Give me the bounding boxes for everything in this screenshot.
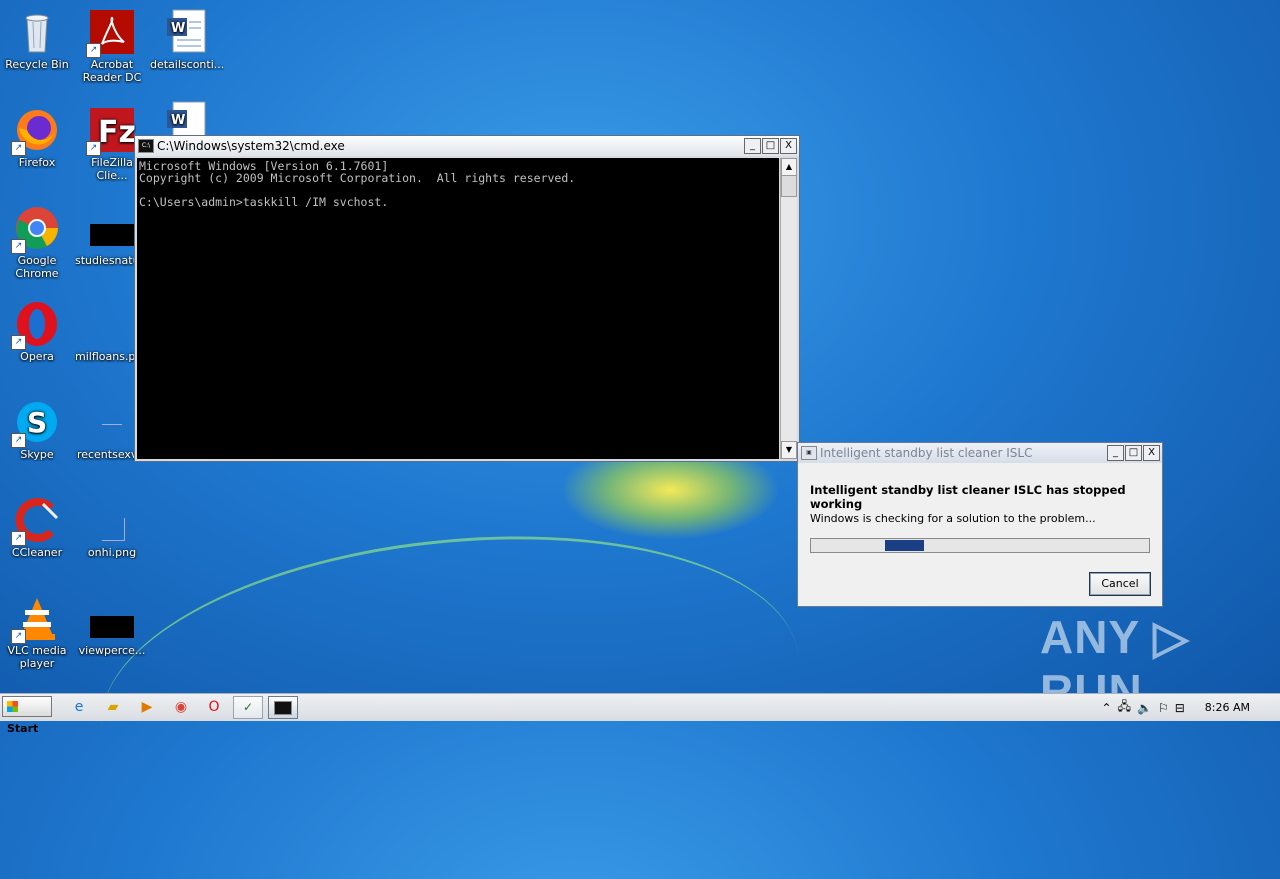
acrobat-icon: ↗ — [86, 8, 136, 58]
volume-icon[interactable]: 🔈 — [1137, 701, 1152, 715]
console-line: C:\Users\admin>taskkill /IM svchost. — [139, 195, 389, 209]
desktop-icon-firefox[interactable]: ↗ Firefox — [0, 106, 74, 169]
start-label: Start — [7, 722, 39, 735]
desktop-icon-skype[interactable]: S ↗ Skype — [0, 398, 74, 461]
desktop-icon-label: Google Chrome — [15, 254, 59, 280]
desktop-icon-label: CCleaner — [11, 546, 63, 559]
cmd-window[interactable]: C:\ C:\Windows\system32\cmd.exe _ □ X Mi… — [134, 135, 800, 462]
cmd-window-controls: _ □ X — [744, 138, 797, 154]
scroll-up-icon[interactable]: ▲ — [781, 158, 797, 176]
ccleaner-icon: ↗ — [11, 496, 61, 546]
dialog-heading: Intelligent standby list cleaner ISLC ha… — [810, 483, 1126, 511]
recycle-bin-icon — [13, 8, 61, 56]
vlc-icon: ↗ — [11, 594, 61, 644]
desktop-icon-label: Firefox — [18, 156, 56, 169]
cmd-title: C:\Windows\system32\cmd.exe — [157, 139, 345, 153]
file-icon — [88, 398, 136, 446]
chrome-icon: ↗ — [11, 204, 61, 254]
shortcut-arrow-icon: ↗ — [11, 433, 26, 448]
desktop-icon-label: Opera — [20, 350, 54, 363]
scroll-down-icon[interactable]: ▼ — [781, 441, 797, 459]
shortcut-arrow-icon: ↗ — [11, 531, 26, 546]
shortcut-arrow-icon: ↗ — [11, 239, 26, 254]
svg-text:W: W — [171, 113, 185, 128]
dialog-message: Windows is checking for a solution to th… — [810, 512, 1096, 525]
svg-text:Fz: Fz — [98, 115, 136, 150]
file-icon — [88, 300, 136, 348]
flag-icon[interactable]: ⊟ — [1175, 701, 1185, 715]
desktop-icon-acrobat[interactable]: ↗ Acrobat Reader DC — [75, 8, 149, 84]
cmd-task-icon[interactable] — [268, 696, 298, 719]
shortcut-arrow-icon: ↗ — [11, 141, 26, 156]
desktop-icon-recycle-bin[interactable]: Recycle Bin — [0, 8, 74, 71]
close-button[interactable]: X — [780, 138, 797, 154]
desktop-icon-label: viewperce... — [78, 644, 146, 657]
shortcut-arrow-icon: ↗ — [86, 43, 101, 58]
svg-text:S: S — [27, 406, 47, 439]
chrome-icon[interactable]: ◉ — [170, 697, 192, 717]
console-output[interactable]: Microsoft Windows [Version 6.1.7601] Copy… — [137, 158, 779, 459]
shortcut-arrow-icon: ↗ — [11, 629, 26, 644]
cancel-button[interactable]: Cancel — [1089, 572, 1151, 596]
system-tray: ⌃ 🖧 🔈 ⚐ ⊟ 8:26 AM — [1102, 694, 1280, 721]
taskbar: Start e ▰ ▶ ◉ O ✓ ⌃ 🖧 🔈 ⚐ ⊟ 8:26 AM — [0, 693, 1280, 735]
cmd-app-icon[interactable]: C:\ — [138, 139, 154, 153]
desktop-icon-chrome[interactable]: ↗ Google Chrome — [0, 204, 74, 280]
maximize-button[interactable]: □ — [1125, 445, 1142, 461]
ie-icon[interactable]: e — [68, 697, 90, 717]
error-dialog[interactable]: ▣ Intelligent standby list cleaner ISLC … — [797, 442, 1163, 607]
image-file-icon — [88, 496, 136, 544]
opera-icon: ↗ — [11, 300, 61, 350]
progress-marquee — [885, 540, 924, 551]
wallpaper-swoosh — [86, 504, 814, 879]
file-thumbnail-icon — [88, 594, 136, 642]
media-player-icon[interactable]: ▶ — [136, 697, 158, 717]
console-line: Copyright (c) 2009 Microsoft Corporation… — [139, 171, 576, 185]
word-doc-icon: W — [163, 8, 211, 56]
desktop-icon-label: detailsconti... — [150, 58, 224, 71]
desktop-icon-onhi[interactable]: onhi.png — [75, 496, 149, 559]
desktop-icon-detailsconti[interactable]: W detailsconti... — [150, 8, 224, 71]
progress-bar — [810, 538, 1150, 553]
desktop-icon-vlc[interactable]: ↗ VLC media player — [0, 594, 74, 670]
vertical-scrollbar[interactable]: ▲ ▼ — [780, 158, 797, 459]
desktop-icon-label: VLC media player — [7, 644, 67, 670]
desktop-icon-opera[interactable]: ↗ Opera — [0, 300, 74, 363]
close-button[interactable]: X — [1143, 445, 1160, 461]
desktop-icon-viewperce[interactable]: viewperce... — [75, 594, 149, 657]
desktop-icon-label: Skype — [20, 448, 54, 461]
islc-task-icon[interactable]: ✓ — [233, 696, 263, 719]
scrollbar-thumb[interactable] — [781, 175, 797, 197]
shortcut-arrow-icon: ↗ — [86, 141, 101, 156]
desktop-icon-label: onhi.png — [87, 546, 137, 559]
filezilla-icon: Fz ↗ — [86, 106, 136, 156]
desktop-icon-ccleaner[interactable]: ↗ CCleaner — [0, 496, 74, 559]
start-button[interactable]: Start — [2, 696, 52, 735]
network-icon[interactable]: 🖧 — [1118, 697, 1131, 718]
dialog-title: Intelligent standby list cleaner ISLC — [820, 446, 1033, 460]
skype-icon: S ↗ — [11, 398, 61, 448]
desktop-icon-label: Acrobat Reader DC — [82, 58, 142, 84]
maximize-button[interactable]: □ — [762, 138, 779, 154]
windows-logo-icon — [7, 701, 18, 712]
show-hidden-icons-icon[interactable]: ⌃ — [1102, 701, 1112, 715]
file-thumbnail-icon — [88, 204, 136, 252]
action-center-icon[interactable]: ⚐ — [1158, 701, 1169, 715]
shortcut-arrow-icon: ↗ — [11, 335, 26, 350]
cmd-titlebar[interactable]: C:\ C:\Windows\system32\cmd.exe _ □ X — [135, 136, 799, 156]
minimize-button[interactable]: _ — [1107, 445, 1124, 461]
clock[interactable]: 8:26 AM — [1205, 701, 1250, 714]
opera-icon[interactable]: O — [203, 697, 225, 717]
dialog-window-controls: _ □ X — [1107, 445, 1160, 461]
firefox-icon: ↗ — [11, 106, 61, 156]
dialog-titlebar[interactable]: ▣ Intelligent standby list cleaner ISLC … — [798, 443, 1162, 463]
dialog-app-icon: ▣ — [801, 446, 817, 460]
minimize-button[interactable]: _ — [744, 138, 761, 154]
explorer-icon[interactable]: ▰ — [102, 697, 124, 717]
svg-text:W: W — [171, 21, 185, 36]
desktop-icon-label: Recycle Bin — [5, 58, 69, 71]
